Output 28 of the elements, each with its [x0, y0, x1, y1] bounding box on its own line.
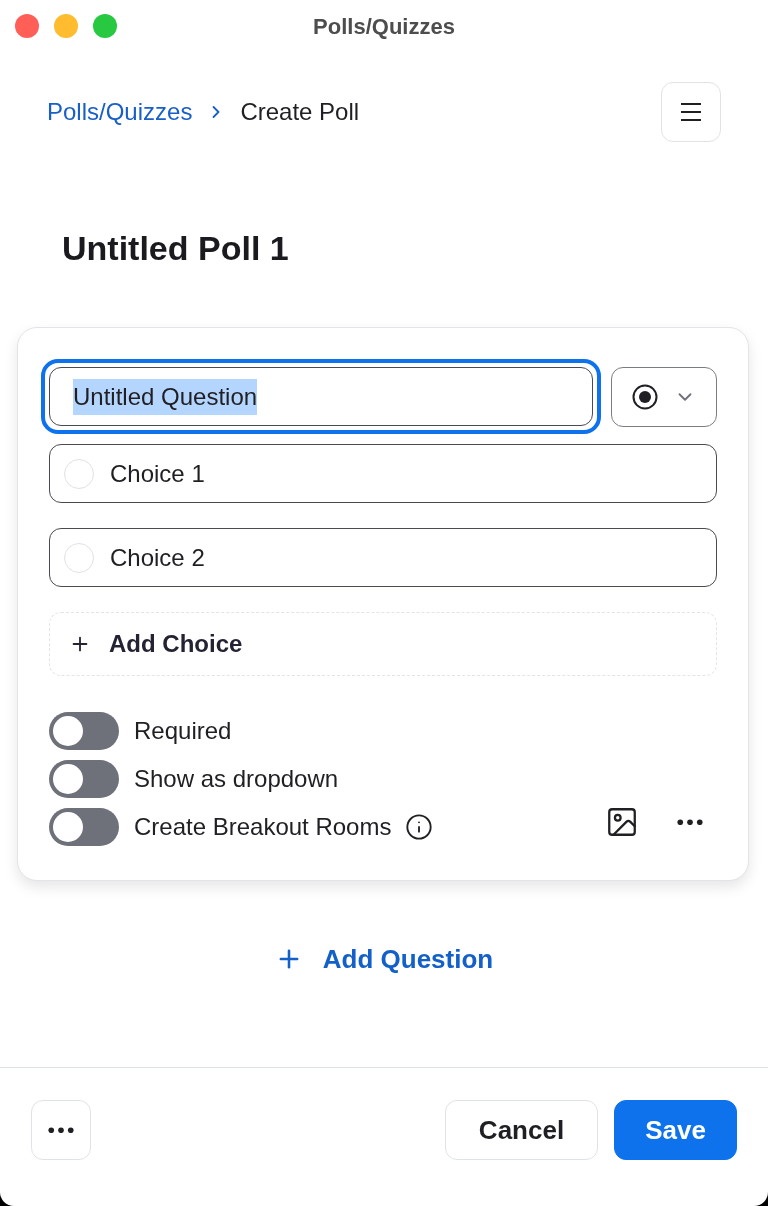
question-text: Untitled Question [73, 378, 258, 415]
option-label: Required [134, 716, 232, 746]
breadcrumb-current: Create Poll [240, 97, 360, 127]
menu-button[interactable] [661, 82, 721, 142]
poll-title: Untitled Poll 1 [62, 227, 289, 269]
toggle-switch[interactable] [49, 760, 119, 798]
info-icon[interactable] [405, 813, 434, 841]
image-icon[interactable] [605, 805, 639, 839]
window-title: Polls/Quizzes [313, 12, 455, 41]
choice-field[interactable]: Choice 1 [49, 444, 717, 503]
breadcrumb-link[interactable]: Polls/Quizzes [47, 94, 193, 130]
question-type-dropdown[interactable] [611, 366, 717, 427]
add-question-button[interactable]: Add Question [274, 943, 494, 975]
menu-icon [681, 103, 701, 121]
cancel-button[interactable]: Cancel [445, 1100, 598, 1160]
more-options-button[interactable] [31, 1100, 91, 1160]
toggle-switch[interactable] [49, 808, 119, 846]
option-label: Show as dropdown [134, 764, 339, 794]
close-window-icon[interactable] [15, 14, 39, 38]
more-icon [48, 1126, 74, 1134]
question-field[interactable]: Untitled Question [41, 359, 601, 434]
choice-field[interactable]: Choice 2 [49, 528, 717, 587]
more-icon[interactable] [677, 818, 703, 826]
toggle-switch[interactable] [49, 712, 119, 750]
save-button[interactable]: Save [614, 1100, 737, 1160]
add-choice-button[interactable]: Add Choice [49, 612, 717, 676]
radio-button-icon [632, 383, 658, 410]
option-label: Create Breakout Rooms [134, 812, 392, 842]
